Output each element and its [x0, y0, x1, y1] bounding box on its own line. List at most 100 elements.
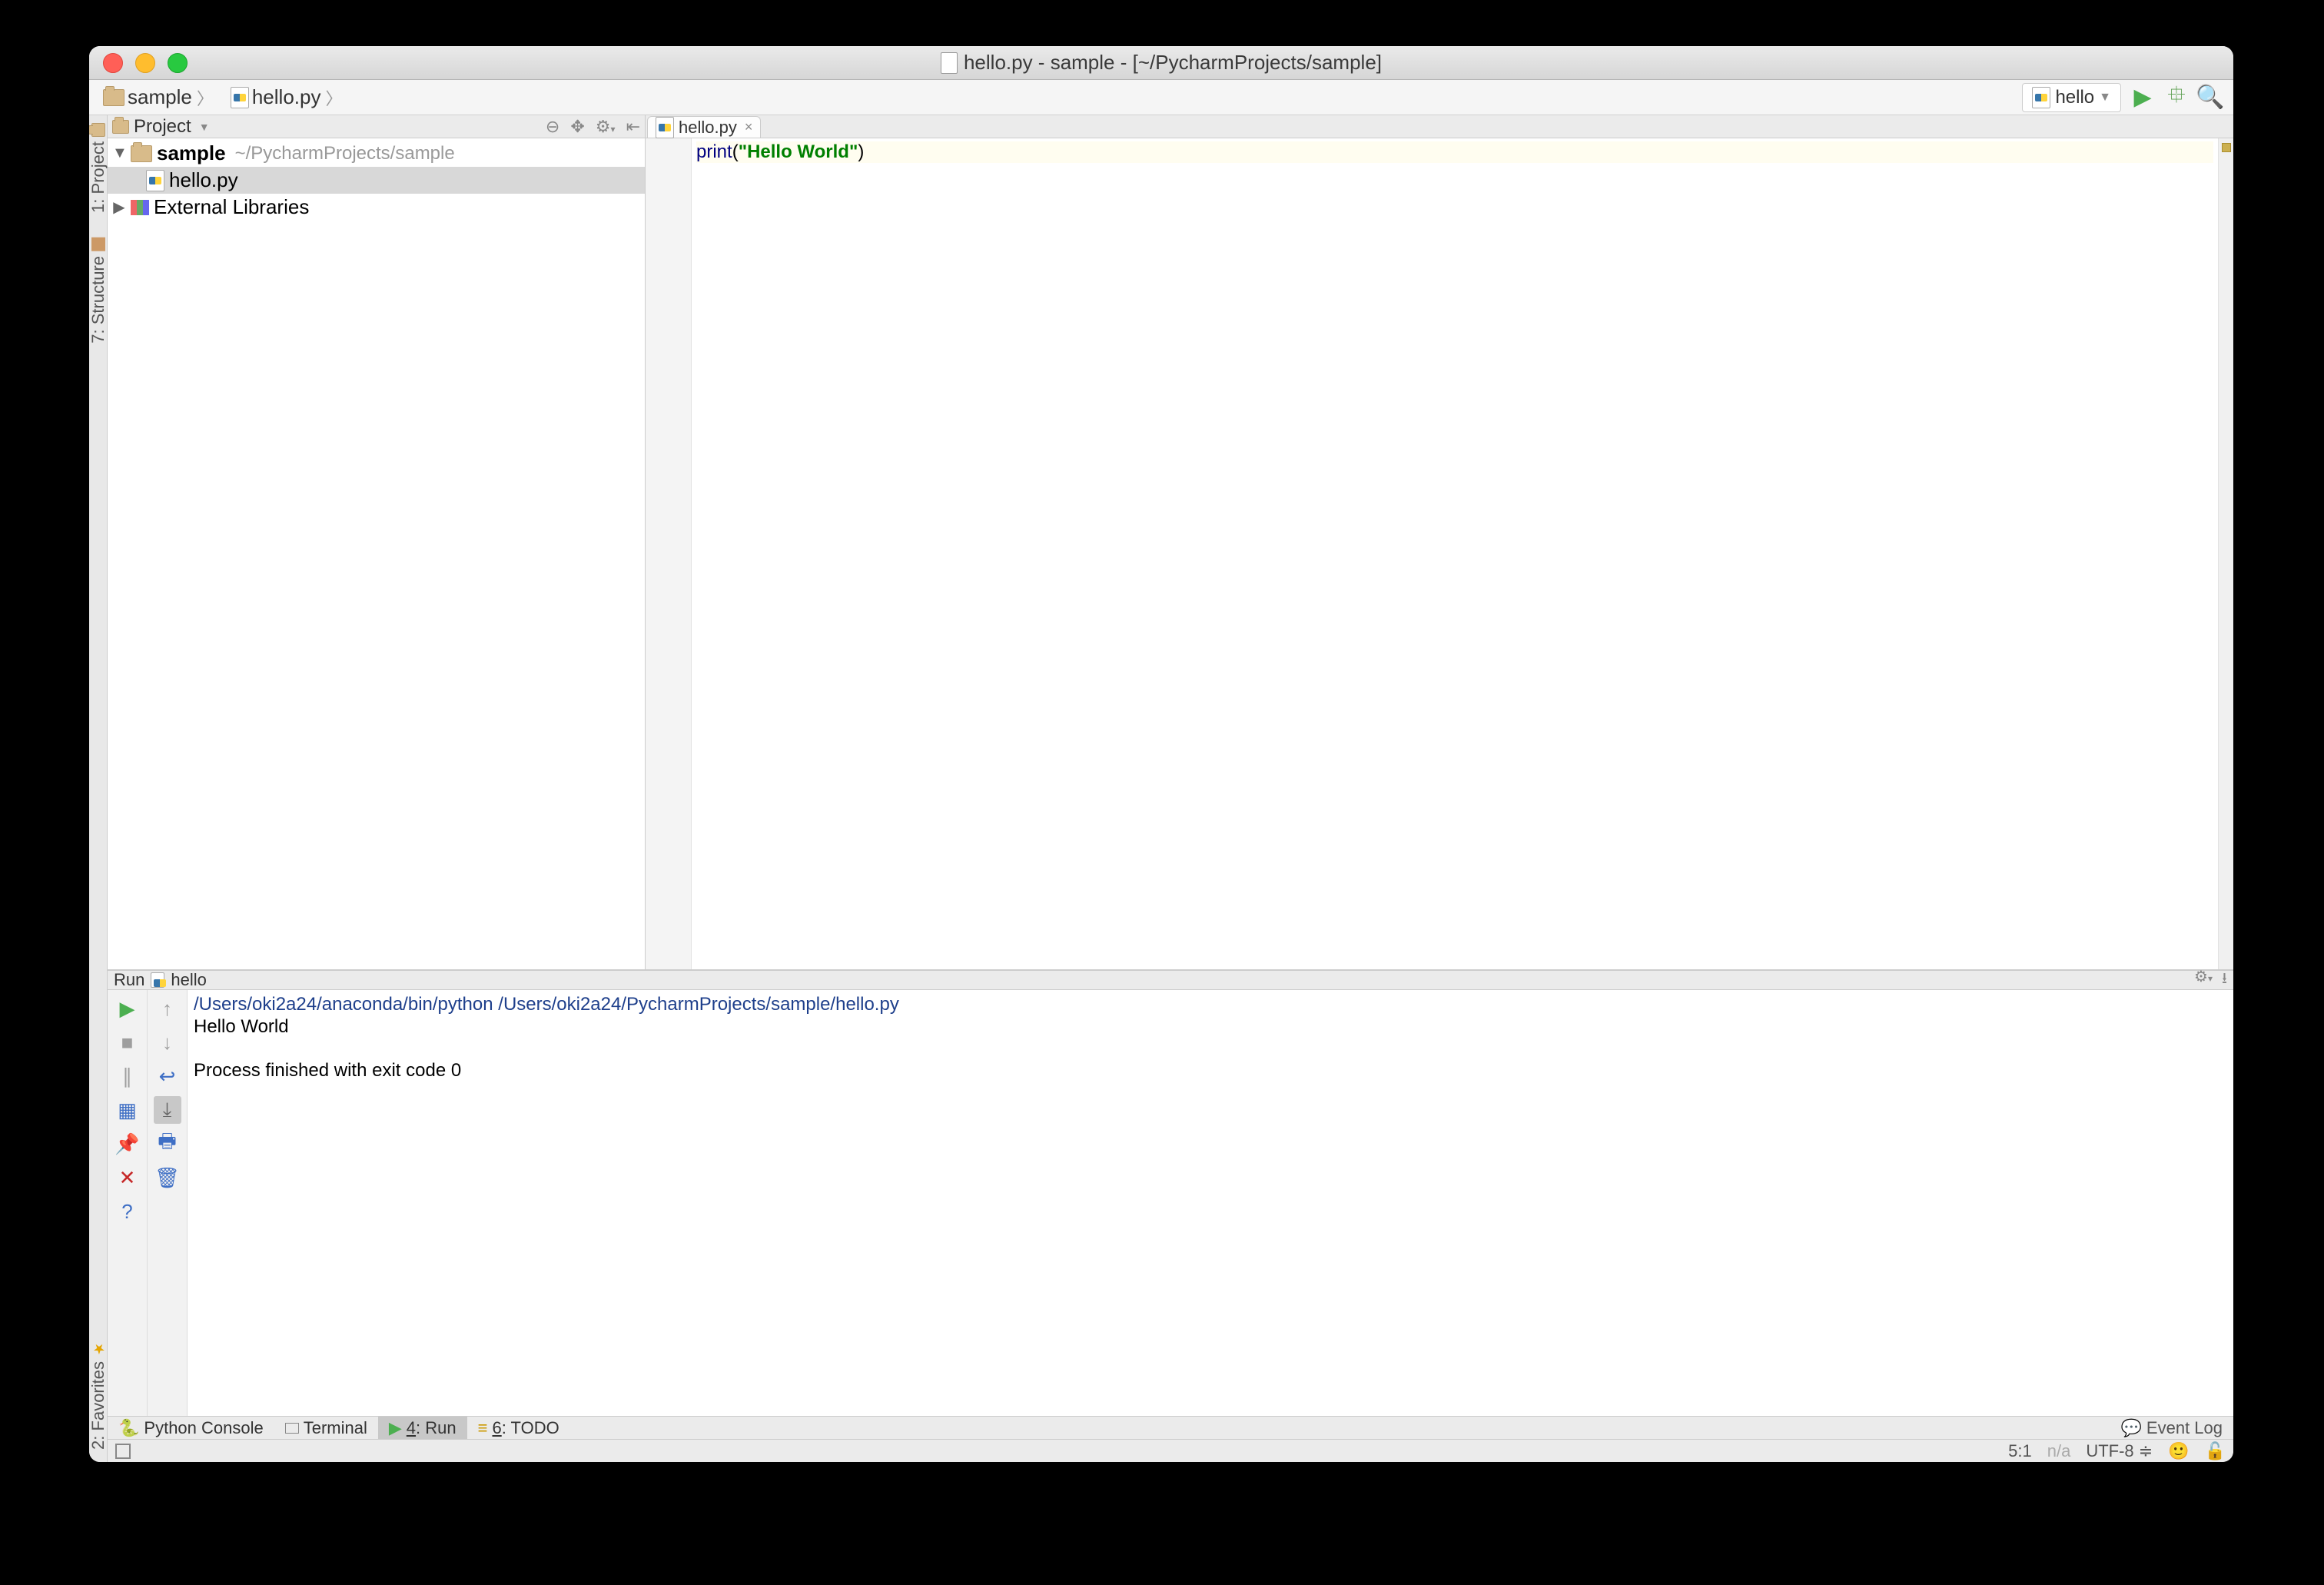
inspections-indicator[interactable]: 🙂	[2168, 1441, 2189, 1461]
search-everywhere-button[interactable]: 🔍	[2196, 84, 2224, 111]
pin-tab-button[interactable]: 📌	[114, 1130, 141, 1158]
run-controls-column-2: ↑ ↓ ↩ ⤓ 🖶 🗑	[148, 990, 188, 1416]
python-file-icon	[656, 117, 674, 138]
run-settings-button[interactable]: ⚙▾	[2194, 967, 2213, 993]
center-column: Project ▼ ⊖ ✥ ⚙▾ ⇤	[108, 115, 2233, 1462]
folder-icon	[112, 120, 129, 134]
dump-threads-button[interactable]: ▦	[114, 1096, 141, 1124]
hide-panel-button[interactable]: ⇤	[626, 117, 640, 137]
console-output[interactable]: /Users/oki2a24/anaconda/bin/python /User…	[188, 990, 2233, 1416]
soft-wrap-button[interactable]: ↩	[154, 1062, 181, 1090]
hide-run-panel-button[interactable]: ⭳	[2222, 967, 2227, 993]
tab-run[interactable]: ▶ 4: Run	[378, 1417, 467, 1439]
run-body: ▶ ■ ∥ ▦ 📌 ✕ ? ↑ ↓ ↩ ⤓	[108, 990, 2233, 1416]
window-title: hello.py - sample - [~/PycharmProjects/s…	[89, 51, 2233, 75]
chevron-down-icon: ▼	[2099, 91, 2111, 105]
tab-python-console[interactable]: 🐍 Python Console	[108, 1417, 274, 1439]
breadcrumb-item-hello[interactable]: hello.py 〉	[223, 82, 352, 113]
tab-terminal[interactable]: Terminal	[274, 1417, 378, 1439]
python-file-icon	[146, 170, 164, 191]
file-encoding[interactable]: UTF-8 ≑	[2086, 1441, 2153, 1461]
console-command: /Users/oki2a24/anaconda/bin/python /User…	[194, 994, 899, 1015]
python-icon	[2032, 87, 2050, 108]
tree-node-hello-py[interactable]: hello.py	[108, 167, 645, 194]
tool-windows-toggle[interactable]	[115, 1444, 131, 1459]
star-icon: ★	[91, 1343, 105, 1357]
debug-button[interactable]: ⯐	[2163, 84, 2190, 111]
todo-icon: ≡	[478, 1418, 488, 1438]
run-title-prefix: Run	[114, 970, 144, 990]
editor-and-project-row: Project ▼ ⊖ ✥ ⚙▾ ⇤	[108, 115, 2233, 970]
code-line: print("Hello World")	[696, 141, 2213, 163]
editor-tab-hello-py[interactable]: hello.py ×	[647, 116, 761, 138]
editor-tab-label: hello.py	[679, 118, 737, 138]
left-tool-rail: 1: Project 7: Structure 2: Favorites ★	[89, 115, 108, 1462]
tree-node-label: sample	[157, 141, 226, 165]
folder-icon	[131, 145, 152, 162]
up-stack-button[interactable]: ↑	[154, 995, 181, 1022]
pause-button[interactable]: ∥	[114, 1062, 141, 1090]
line-separator[interactable]: n/a	[2047, 1441, 2071, 1461]
tool-tab-project[interactable]: 1: Project	[89, 118, 108, 218]
scroll-end-button[interactable]: ⤓	[154, 1096, 181, 1124]
console-line: Process finished with exit code 0	[194, 1060, 461, 1081]
stop-button[interactable]: ■	[114, 1028, 141, 1056]
speech-bubble-icon: 💬	[2121, 1418, 2142, 1438]
code-editor[interactable]: print("Hello World")	[692, 138, 2218, 969]
tree-node-path: ~/PycharmProjects/sample	[235, 143, 455, 164]
tree-node-external-libraries[interactable]: ▶ External Libraries	[108, 194, 645, 221]
event-log-button[interactable]: 💬 Event Log	[2110, 1418, 2233, 1438]
chevron-right-icon: 〉	[325, 85, 342, 110]
collapse-all-button[interactable]: ⊖	[546, 117, 559, 137]
tool-tab-label: 1: Project	[89, 141, 108, 213]
help-button[interactable]: ?	[114, 1198, 141, 1225]
breadcrumb-item-sample[interactable]: sample 〉	[95, 82, 223, 113]
window-title-text: hello.py - sample - [~/PycharmProjects/s…	[964, 51, 1382, 75]
tool-tab-structure[interactable]: 7: Structure	[89, 233, 108, 348]
tab-label: Terminal	[304, 1418, 367, 1438]
down-stack-button[interactable]: ↓	[154, 1028, 181, 1056]
document-icon	[941, 52, 958, 74]
tool-tab-label: 2: Favorites	[89, 1361, 108, 1450]
project-view-selector[interactable]: Project ▼	[112, 116, 210, 138]
scroll-to-source-button[interactable]: ✥	[570, 117, 584, 137]
python-file-icon	[231, 87, 249, 108]
expand-arrow-icon[interactable]: ▶	[112, 198, 126, 217]
status-bar: 5:1 n/a UTF-8 ≑ 🙂 🔓	[108, 1439, 2233, 1462]
print-button[interactable]: 🖶	[154, 1130, 181, 1158]
close-tab-button[interactable]: ×	[745, 119, 753, 135]
cursor-position[interactable]: 5:1	[2008, 1441, 2032, 1461]
run-configuration-selector[interactable]: hello ▼	[2022, 83, 2121, 112]
chevron-down-icon: ▼	[199, 121, 210, 133]
code-paren: )	[858, 141, 864, 162]
rerun-button[interactable]: ▶	[114, 995, 141, 1022]
navigation-bar: sample 〉 hello.py 〉 hello ▼ ▶ ⯐ 🔍	[89, 80, 2233, 115]
settings-button[interactable]: ⚙▾	[596, 117, 616, 137]
warning-marker-icon[interactable]	[2222, 143, 2231, 152]
editor-gutter[interactable]	[646, 138, 692, 969]
editor-error-stripe[interactable]	[2218, 138, 2233, 969]
chevron-right-icon: 〉	[197, 85, 214, 110]
tree-node-project-root[interactable]: ▼ sample ~/PycharmProjects/sample	[108, 140, 645, 167]
run-tool-header: Run hello ⚙▾ ⭳	[108, 970, 2233, 990]
clear-all-button[interactable]: 🗑	[154, 1164, 181, 1191]
editor-area: hello.py × print("Hello World")	[646, 115, 2233, 969]
tab-label: : Run	[416, 1418, 456, 1437]
tab-key: 4	[407, 1418, 416, 1437]
close-tab-button[interactable]: ✕	[114, 1164, 141, 1191]
bottom-tool-tabs: 🐍 Python Console Terminal ▶ 4: Run ≡ 6: …	[108, 1416, 2233, 1439]
expand-arrow-icon[interactable]: ▼	[112, 145, 126, 162]
lock-icon[interactable]: 🔓	[2205, 1441, 2226, 1461]
run-button[interactable]: ▶	[2129, 84, 2156, 111]
tree-node-label: hello.py	[169, 168, 238, 192]
tree-node-label: External Libraries	[154, 195, 309, 219]
tab-label: : TODO	[502, 1418, 559, 1437]
tool-tab-favorites[interactable]: 2: Favorites ★	[89, 1338, 108, 1454]
project-tree[interactable]: ▼ sample ~/PycharmProjects/sample hello.…	[108, 138, 645, 969]
titlebar: hello.py - sample - [~/PycharmProjects/s…	[89, 46, 2233, 80]
tab-todo[interactable]: ≡ 6: TODO	[467, 1417, 570, 1439]
run-config-name: hello	[2055, 87, 2094, 108]
folder-icon	[91, 123, 105, 137]
project-view-label: Project	[134, 116, 191, 138]
structure-icon	[91, 238, 105, 251]
